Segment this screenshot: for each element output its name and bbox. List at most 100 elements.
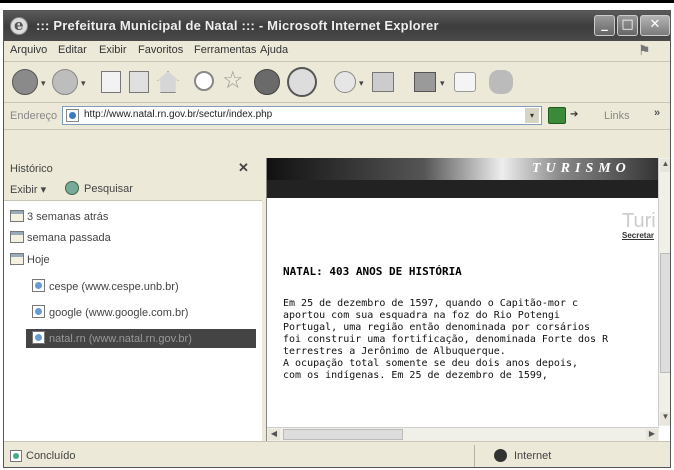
calendar-icon <box>10 231 24 243</box>
discuss-icon[interactable] <box>454 72 476 92</box>
search-icon[interactable] <box>194 71 214 91</box>
history-item-label: natal.rn (www.natal.rn.gov.br) <box>49 333 192 345</box>
links-more-icon[interactable]: » <box>654 107 660 119</box>
history-search-icon[interactable] <box>65 181 79 195</box>
home-icon[interactable] <box>157 71 179 93</box>
horizontal-scroll-thumb[interactable] <box>283 429 403 440</box>
menu-exibir[interactable]: Exibir <box>99 44 127 56</box>
refresh-icon[interactable] <box>129 71 149 93</box>
article-line: aportou com sua esquadra na foz do Rio P… <box>283 310 560 321</box>
horizontal-scrollbar[interactable]: ◀ ▶ <box>267 427 659 441</box>
forward-icon[interactable] <box>52 69 78 95</box>
article-line: com os indígenas. Em 25 de dezembro de 1… <box>283 370 548 381</box>
history-group-3-weeks[interactable]: 3 semanas atrás <box>10 210 108 228</box>
links-label[interactable]: Links <box>604 110 630 122</box>
calendar-icon <box>10 253 24 265</box>
history-item-label: cespe (www.cespe.unb.br) <box>49 281 179 293</box>
article-line: terrestres a Jerônimo de Albuquerque. <box>283 346 506 357</box>
done-page-icon <box>10 450 22 462</box>
address-input[interactable]: http://www.natal.rn.gov.br/sectur/index.… <box>62 106 542 125</box>
history-item-label: 3 semanas atrás <box>27 211 109 223</box>
history-search-button[interactable]: Pesquisar <box>84 183 133 195</box>
address-url[interactable]: http://www.natal.rn.gov.br/sectur/index.… <box>84 109 272 120</box>
history-pane: Histórico ✕ Exibir ▾ Pesquisar 3 semanas… <box>4 158 262 441</box>
mail-dropdown[interactable]: ▾ <box>359 78 364 89</box>
internet-zone-icon <box>494 449 507 462</box>
history-item-label: semana passada <box>27 232 111 244</box>
site-banner: TURISMO <box>267 158 659 180</box>
back-dropdown[interactable]: ▾ <box>41 78 46 89</box>
history-item-label: google (www.google.com.br) <box>49 307 189 319</box>
forward-dropdown[interactable]: ▾ <box>81 78 86 89</box>
print-icon[interactable] <box>372 72 394 92</box>
banner-text: TURISMO <box>532 161 631 176</box>
article-line: A ocupação total somente se deu dois ano… <box>283 358 579 369</box>
minimize-button[interactable]: _ <box>594 15 615 36</box>
ie-logo-icon <box>10 16 28 35</box>
go-icon[interactable] <box>548 107 566 124</box>
history-icon[interactable] <box>287 67 317 97</box>
favorites-icon[interactable]: ☆ <box>222 69 246 94</box>
address-bar: Endereço http://www.natal.rn.gov.br/sect… <box>4 103 670 130</box>
page-icon <box>32 279 45 292</box>
menu-ajuda[interactable]: Ajuda <box>260 44 288 56</box>
menu-favoritos[interactable]: Favoritos <box>138 44 183 56</box>
close-button[interactable]: ✕ <box>640 15 670 36</box>
status-text: Concluído <box>26 450 76 462</box>
messenger-icon[interactable] <box>489 70 513 94</box>
menu-bar: Arquivo Editar Exibir Favoritos Ferramen… <box>4 41 670 62</box>
history-item-natal[interactable]: natal.rn (www.natal.rn.gov.br) <box>26 329 256 348</box>
address-dropdown[interactable]: ▾ <box>525 108 539 123</box>
top-rule <box>0 0 674 3</box>
address-label: Endereço <box>10 110 58 122</box>
history-close-icon[interactable]: ✕ <box>238 160 249 176</box>
web-content: TURISMO Turi Secretar NATAL: 403 ANOS DE… <box>266 158 670 441</box>
history-item-cespe[interactable]: cespe (www.cespe.unb.br) <box>32 279 179 297</box>
menu-arquivo[interactable]: Arquivo <box>10 44 47 56</box>
history-group-last-week[interactable]: semana passada <box>10 231 111 249</box>
windows-flag-icon: ⚑ <box>638 42 651 58</box>
article-heading: NATAL: 403 ANOS DE HISTÓRIA <box>283 265 462 278</box>
edit-dropdown[interactable]: ▾ <box>440 78 445 89</box>
article-line: Em 25 de dezembro de 1597, quando o Capi… <box>283 298 579 309</box>
calendar-icon <box>10 210 24 222</box>
page-icon <box>32 331 45 344</box>
history-toolbar: Exibir ▾ Pesquisar <box>4 178 262 201</box>
vertical-scrollbar[interactable]: ▲ ▼ <box>658 158 670 426</box>
mail-icon[interactable] <box>334 71 356 93</box>
history-view-button[interactable]: Exibir ▾ <box>10 183 46 196</box>
title-bar[interactable]: ::: Prefeitura Municipal de Natal ::: - … <box>4 11 670 41</box>
history-header: Histórico ✕ <box>4 158 262 178</box>
back-icon[interactable] <box>12 69 38 95</box>
standard-toolbar: ▾ ▾ ☆ ▾ ▾ <box>4 62 670 103</box>
history-item-google[interactable]: google (www.google.com.br) <box>32 305 188 323</box>
vertical-scroll-thumb[interactable] <box>660 253 670 373</box>
scroll-down-icon[interactable]: ▼ <box>660 412 670 425</box>
history-item-label: Hoje <box>27 254 50 266</box>
scroll-right-icon[interactable]: ▶ <box>646 429 658 440</box>
article-body: Em 25 de dezembro de 1597, quando o Capi… <box>283 298 670 382</box>
history-group-today[interactable]: Hoje <box>10 253 50 271</box>
status-bar: Concluído Internet <box>4 441 670 467</box>
banner-strip <box>267 180 659 198</box>
menu-ferramentas[interactable]: Ferramentas <box>194 44 256 56</box>
article-line: foi construir uma fortificação, denomina… <box>283 334 609 345</box>
scroll-left-icon[interactable]: ◀ <box>268 429 280 440</box>
status-divider <box>474 445 475 467</box>
article-line: Portugal, uma região então denominada po… <box>283 322 591 333</box>
window-title: ::: Prefeitura Municipal de Natal ::: - … <box>36 18 439 33</box>
site-secretaria-link[interactable]: Secretar <box>622 231 654 240</box>
edit-icon[interactable] <box>414 72 436 92</box>
scroll-up-icon[interactable]: ▲ <box>660 159 670 172</box>
menu-editar[interactable]: Editar <box>58 44 87 56</box>
page-icon <box>66 109 79 122</box>
site-brand[interactable]: Turi <box>622 210 656 233</box>
stop-icon[interactable] <box>101 71 121 93</box>
security-zone[interactable]: Internet <box>514 450 551 462</box>
maximize-button[interactable]: □ <box>617 15 638 36</box>
go-arrow-icon[interactable]: ➔ <box>570 109 578 120</box>
history-view-label: Exibir <box>10 184 38 196</box>
browser-window: ::: Prefeitura Municipal de Natal ::: - … <box>3 10 671 468</box>
history-title: Histórico <box>10 163 53 175</box>
media-icon[interactable] <box>254 69 280 95</box>
